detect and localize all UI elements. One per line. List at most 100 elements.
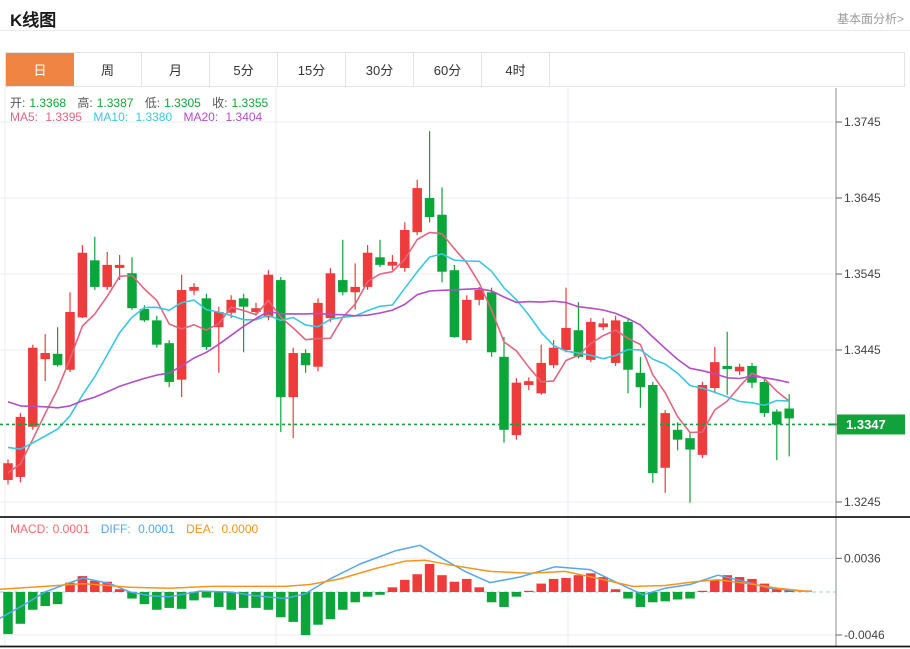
macd-row: MACD:0.0001 DIFF: 0.0001 DEA: 0.0000 [10,522,266,536]
macd-bar [536,584,546,592]
macd-bar [450,582,460,592]
candle-body [623,322,633,370]
candle-body [102,265,112,287]
ma20-line [8,289,789,408]
macd-bar [313,592,323,625]
macd-bar [462,579,472,592]
macd-bar [226,592,236,610]
macd-bar [685,592,695,599]
candle-body [276,280,286,397]
page-title: K线图 [10,6,56,31]
candle-body [760,382,770,413]
macd-bar [214,592,224,607]
macd-bar [152,592,162,610]
tab-2-周[interactable]: 周 [74,53,142,86]
macd-bar [425,564,435,592]
candle-body [735,367,745,372]
candle-body [549,348,559,365]
candle-body [412,188,422,232]
current-price-marker: 1.3347 [0,414,905,434]
ohlc-row: 开:1.3368 高:1.3387 低:1.3305 收:1.3355 [10,94,276,111]
macd-bar [611,589,621,592]
macd-bar [660,592,670,601]
candle-body [115,265,125,268]
candle-body [90,260,100,287]
macd-bar [301,592,311,635]
macd-bar [53,592,63,604]
candle-body [239,298,249,306]
candle-body [561,328,571,350]
candle-body [338,280,348,292]
candle-body [648,385,658,473]
macd-bar [524,591,534,592]
ma10-value: 1.3380 [135,110,172,124]
tab-7-60分[interactable]: 60分 [414,53,482,86]
macd-bar [698,591,708,592]
macd-bar [499,592,509,607]
axis-tick-label: 1.3445 [844,343,881,357]
tab-1-日[interactable]: 日 [6,53,74,86]
close-label: 收: [212,96,227,110]
candle-body [388,262,398,266]
header-divider [0,30,910,31]
macd-bar [375,592,385,595]
candle-body [28,348,38,427]
candle-body [326,273,336,318]
macd-bar [326,592,336,619]
macd-bar [90,581,100,592]
candle-body [685,438,695,449]
macd-bar [561,578,571,592]
diff-label: DIFF: [101,522,131,536]
macd-bar [251,592,261,608]
low-label: 低: [145,96,160,110]
axis-tick-label: 1.3745 [844,115,881,129]
open-value: 1.3368 [29,96,66,110]
candle-body [722,366,732,369]
macd-bar [437,575,447,592]
macd-bar [363,592,373,597]
ma20-label: MA20: [183,110,218,124]
candle-body [202,298,212,347]
macd-bar [338,592,348,610]
close-value: 1.3355 [232,96,269,110]
candle-body [40,353,50,359]
ma10-line [8,254,789,449]
candle-body [499,357,509,430]
price-axis-labels: 1.37451.36451.35451.34451.32450.0036-0.0… [836,115,885,642]
candle-body [53,354,63,365]
candle-body [164,343,174,382]
candle-body [784,409,794,419]
tab-5-15分[interactable]: 15分 [278,53,346,86]
ma5-line [8,232,789,472]
tab-6-30分[interactable]: 30分 [346,53,414,86]
tab-3-月[interactable]: 月 [142,53,210,86]
candle-body [152,320,162,344]
axis-tick-label: 1.3545 [844,267,881,281]
macd-bar [710,580,720,592]
axis-tick-label: 1.3645 [844,191,881,205]
candle-body [772,412,782,425]
candle-body [673,430,683,440]
candle-body [524,381,534,385]
macd-bar [623,592,633,599]
candle-body [437,215,447,272]
fundamental-analysis-link[interactable]: 基本面分析> [837,10,904,27]
axis-tick-label: -0.0046 [844,628,885,642]
kline-app: 1.33471.37451.36451.35451.34451.32450.00… [0,0,910,649]
macd-bar [264,592,274,610]
high-label: 高: [77,96,92,110]
macd-bar [388,587,398,592]
ma-lines [8,232,789,472]
macd-value: 0.0001 [53,522,90,536]
macd-bar [474,587,484,592]
candle-body [636,373,646,387]
macd-bar [202,592,212,598]
tab-8-4时[interactable]: 4时 [482,53,550,86]
candle-body [288,353,298,397]
period-tab-bar: 日周月5分15分30分60分4时 [5,52,905,87]
ma5-label: MA5: [10,110,38,124]
ma20-value: 1.3404 [226,110,263,124]
candle-body [189,287,199,291]
ma5-value: 1.3395 [45,110,82,124]
tab-4-5分[interactable]: 5分 [210,53,278,86]
